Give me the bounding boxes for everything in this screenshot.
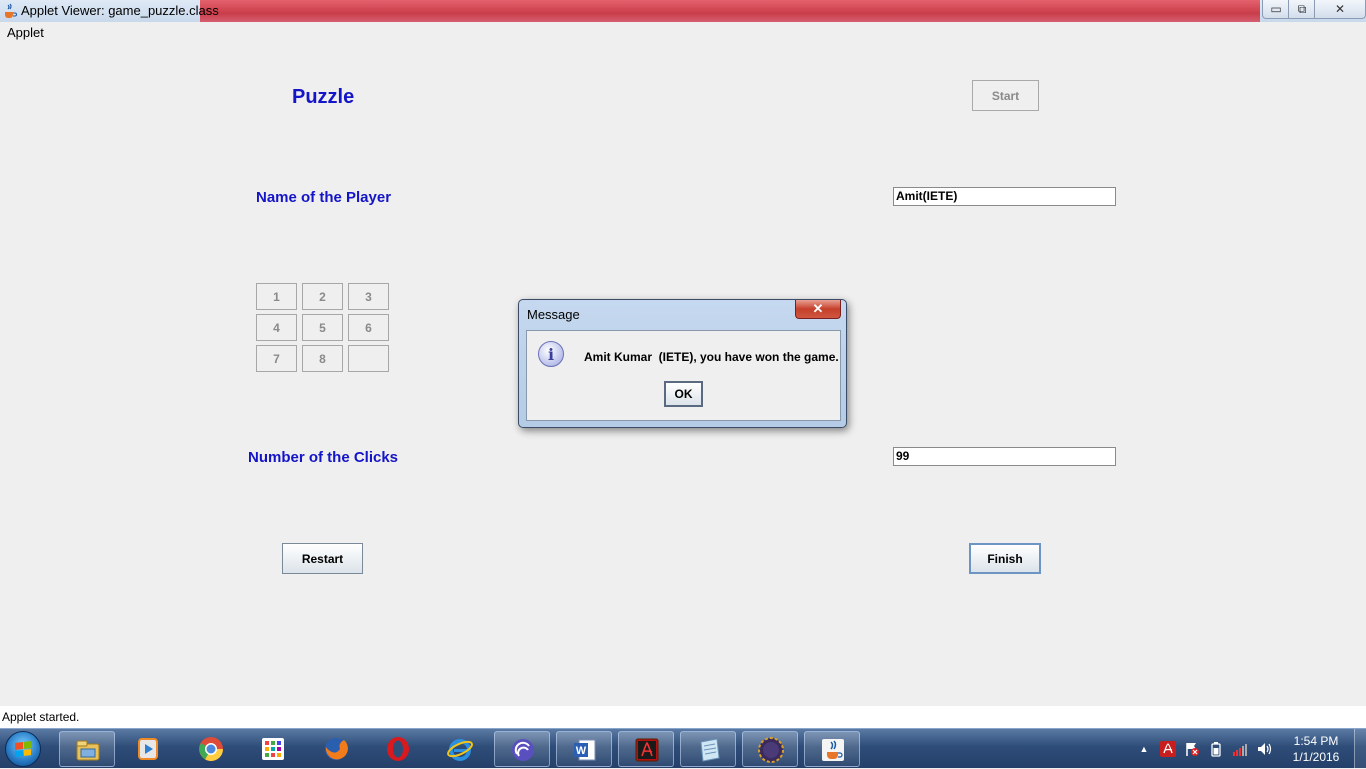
- puzzle-tile-7[interactable]: 7: [256, 345, 297, 372]
- player-name-label: Name of the Player: [256, 189, 392, 206]
- notepad-icon: [700, 738, 720, 762]
- puzzle-tile-6[interactable]: 6: [348, 314, 389, 341]
- taskbar: W ▲ 1:54 PM 1/1/2016: [0, 728, 1366, 769]
- puzzle-tile-8[interactable]: 8: [302, 345, 343, 372]
- minimize-button[interactable]: ▭: [1262, 0, 1290, 19]
- status-text: Applet started.: [2, 710, 80, 724]
- player-name-field[interactable]: Amit(IETE): [893, 187, 1116, 206]
- taskbar-internet-explorer[interactable]: [432, 731, 488, 767]
- taskbar-notepad[interactable]: [680, 731, 736, 767]
- menu-applet[interactable]: Applet: [7, 25, 44, 40]
- show-desktop-button[interactable]: [1354, 729, 1366, 769]
- chrome-icon: [199, 737, 223, 762]
- finish-button[interactable]: Finish: [969, 543, 1041, 574]
- status-bar: Applet started.: [0, 706, 1366, 728]
- taskbar-torrent[interactable]: [494, 731, 550, 767]
- taskbar-chrome[interactable]: [183, 731, 239, 767]
- restore-icon: ⧉: [1297, 1, 1307, 16]
- battery-icon[interactable]: [1208, 741, 1224, 757]
- clock-date: 1/1/2016: [1292, 750, 1340, 764]
- title-bar-glow: [200, 0, 1260, 22]
- java-cup-icon: [5, 3, 17, 18]
- message-dialog[interactable]: Message ✕ i Amit Kumar (IETE), you have …: [518, 299, 847, 428]
- dialog-body: i Amit Kumar (IETE), you have won the ga…: [526, 330, 841, 421]
- puzzle-tile-1[interactable]: 1: [256, 283, 297, 310]
- apps-grid-icon: [262, 738, 284, 760]
- click-count-label: Number of the Clicks: [248, 449, 399, 466]
- action-center-flag-icon[interactable]: [1184, 741, 1200, 757]
- file-explorer-icon: [76, 740, 100, 761]
- maximize-button[interactable]: ⧉: [1288, 0, 1316, 19]
- info-icon: i: [538, 341, 564, 367]
- taskbar-word[interactable]: W: [556, 731, 612, 767]
- taskbar-file-explorer[interactable]: [59, 731, 115, 767]
- close-window-button[interactable]: ✕: [1314, 0, 1366, 19]
- media-player-icon: [138, 738, 158, 760]
- taskbar-java-ee-ide[interactable]: [742, 731, 798, 767]
- start-button[interactable]: Start: [972, 80, 1039, 111]
- close-icon: ✕: [1334, 2, 1346, 16]
- restart-button[interactable]: Restart: [282, 543, 363, 574]
- click-count-field[interactable]: 99: [893, 447, 1116, 466]
- window-title: Applet Viewer: game_puzzle.class: [21, 3, 219, 18]
- clock-time: 1:54 PM: [1293, 734, 1339, 748]
- internet-explorer-icon: [447, 739, 473, 761]
- system-tray: ▲: [1134, 729, 1284, 769]
- word-icon: W: [574, 739, 596, 761]
- dialog-message: Amit Kumar (IETE), you have won the game…: [584, 350, 839, 364]
- puzzle-tile-5[interactable]: 5: [302, 314, 343, 341]
- puzzle-title: Puzzle: [292, 86, 355, 108]
- java-ee-ide-icon: [758, 737, 784, 763]
- svg-text:W: W: [576, 745, 587, 757]
- puzzle-tile-3[interactable]: 3: [348, 283, 389, 310]
- taskbar-java[interactable]: [804, 731, 860, 767]
- taskbar-opera[interactable]: [370, 731, 426, 767]
- window-title-bar[interactable]: Applet Viewer: game_puzzle.class ▭ ⧉ ✕: [0, 0, 1366, 22]
- taskbar-pdf-reader[interactable]: [618, 731, 674, 767]
- ok-button[interactable]: OK: [664, 381, 703, 407]
- acrobat-tray-icon[interactable]: [1160, 741, 1176, 757]
- puzzle-tile-2[interactable]: 2: [302, 283, 343, 310]
- windows-logo-icon: [15, 741, 31, 757]
- pdf-reader-icon: [635, 738, 659, 762]
- dialog-title: Message: [527, 307, 580, 322]
- show-hidden-icons-button[interactable]: ▲: [1136, 741, 1152, 757]
- puzzle-tile-4[interactable]: 4: [256, 314, 297, 341]
- volume-icon[interactable]: [1256, 741, 1272, 757]
- taskbar-firefox[interactable]: [308, 731, 364, 767]
- torrent-icon: [512, 739, 534, 761]
- opera-icon: [387, 737, 409, 761]
- minimize-icon: ▭: [1270, 2, 1282, 16]
- taskbar-clock[interactable]: 1:54 PM 1/1/2016: [1286, 733, 1346, 765]
- puzzle-tile-empty[interactable]: [348, 345, 389, 372]
- firefox-icon: [325, 738, 348, 760]
- taskbar-media-player[interactable]: [120, 731, 176, 767]
- start-button[interactable]: [5, 731, 41, 767]
- java-icon: [822, 739, 844, 761]
- network-signal-icon[interactable]: [1232, 741, 1248, 757]
- taskbar-apps[interactable]: [245, 731, 301, 767]
- dialog-close-button[interactable]: ✕: [795, 300, 841, 319]
- close-icon: ✕: [812, 301, 824, 316]
- menu-bar: Applet: [0, 22, 1366, 42]
